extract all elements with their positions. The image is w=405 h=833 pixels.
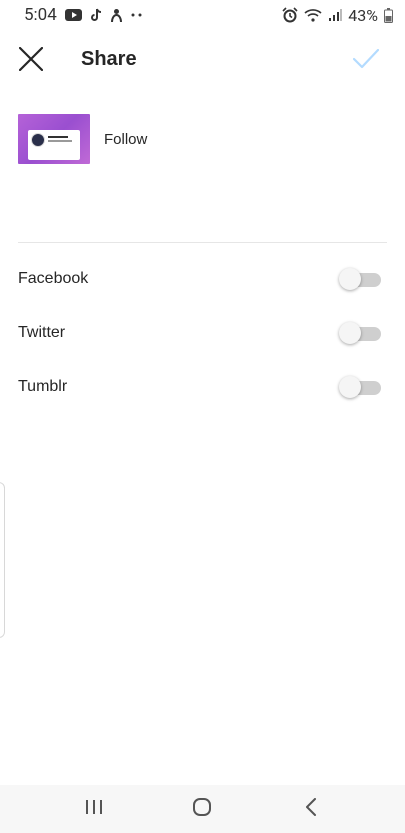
post-thumbnail: [18, 114, 90, 164]
back-icon: [305, 797, 317, 821]
confirm-share-button[interactable]: [349, 44, 383, 78]
check-icon: [352, 48, 380, 74]
close-icon: [18, 46, 44, 76]
toggle-knob: [339, 268, 361, 290]
person-icon: [110, 8, 123, 23]
toggle-knob: [339, 322, 361, 344]
toggle-knob: [339, 376, 361, 398]
more-dots-icon: [131, 13, 143, 17]
share-label-tumblr: Tumblr: [18, 378, 68, 395]
tumblr-toggle[interactable]: [339, 375, 383, 399]
home-icon: [192, 797, 212, 822]
share-row-tumblr: Tumblr: [0, 360, 405, 414]
post-preview: Follow: [18, 114, 147, 164]
share-label-facebook: Facebook: [18, 270, 89, 287]
tiktok-icon: [90, 8, 102, 22]
facebook-toggle[interactable]: [339, 267, 383, 291]
thumbnail-text-line: [48, 140, 72, 142]
recent-apps-icon: [85, 799, 103, 820]
divider: [18, 242, 387, 243]
alarm-icon: [282, 7, 298, 23]
back-button[interactable]: [291, 789, 331, 829]
battery-percent: 43%: [348, 5, 378, 25]
share-row-facebook: Facebook: [0, 252, 405, 306]
system-nav-bar: [0, 785, 405, 833]
share-row-twitter: Twitter: [0, 306, 405, 360]
signal-icon: [328, 8, 343, 22]
share-targets-list: Facebook Twitter Tumblr: [0, 252, 405, 414]
home-button[interactable]: [182, 789, 222, 829]
wifi-icon: [304, 8, 322, 22]
status-time: 5:04: [24, 5, 57, 25]
edge-panel-handle[interactable]: [0, 482, 5, 638]
post-caption: Follow: [104, 130, 148, 148]
share-label-twitter: Twitter: [18, 324, 66, 341]
status-right: 43%: [282, 6, 393, 25]
status-left: 5:04: [24, 5, 143, 25]
close-button[interactable]: [14, 44, 48, 78]
recent-apps-button[interactable]: [74, 789, 114, 829]
thumbnail-text-line: [48, 136, 68, 138]
page-title: Share: [81, 48, 137, 70]
twitter-toggle[interactable]: [339, 321, 383, 345]
thumbnail-avatar: [31, 133, 45, 147]
thumbnail-card: [28, 130, 80, 160]
header: Share: [0, 38, 405, 82]
status-bar: 5:04 43%: [0, 0, 405, 30]
battery-icon: [384, 7, 393, 23]
youtube-icon: [64, 9, 82, 21]
